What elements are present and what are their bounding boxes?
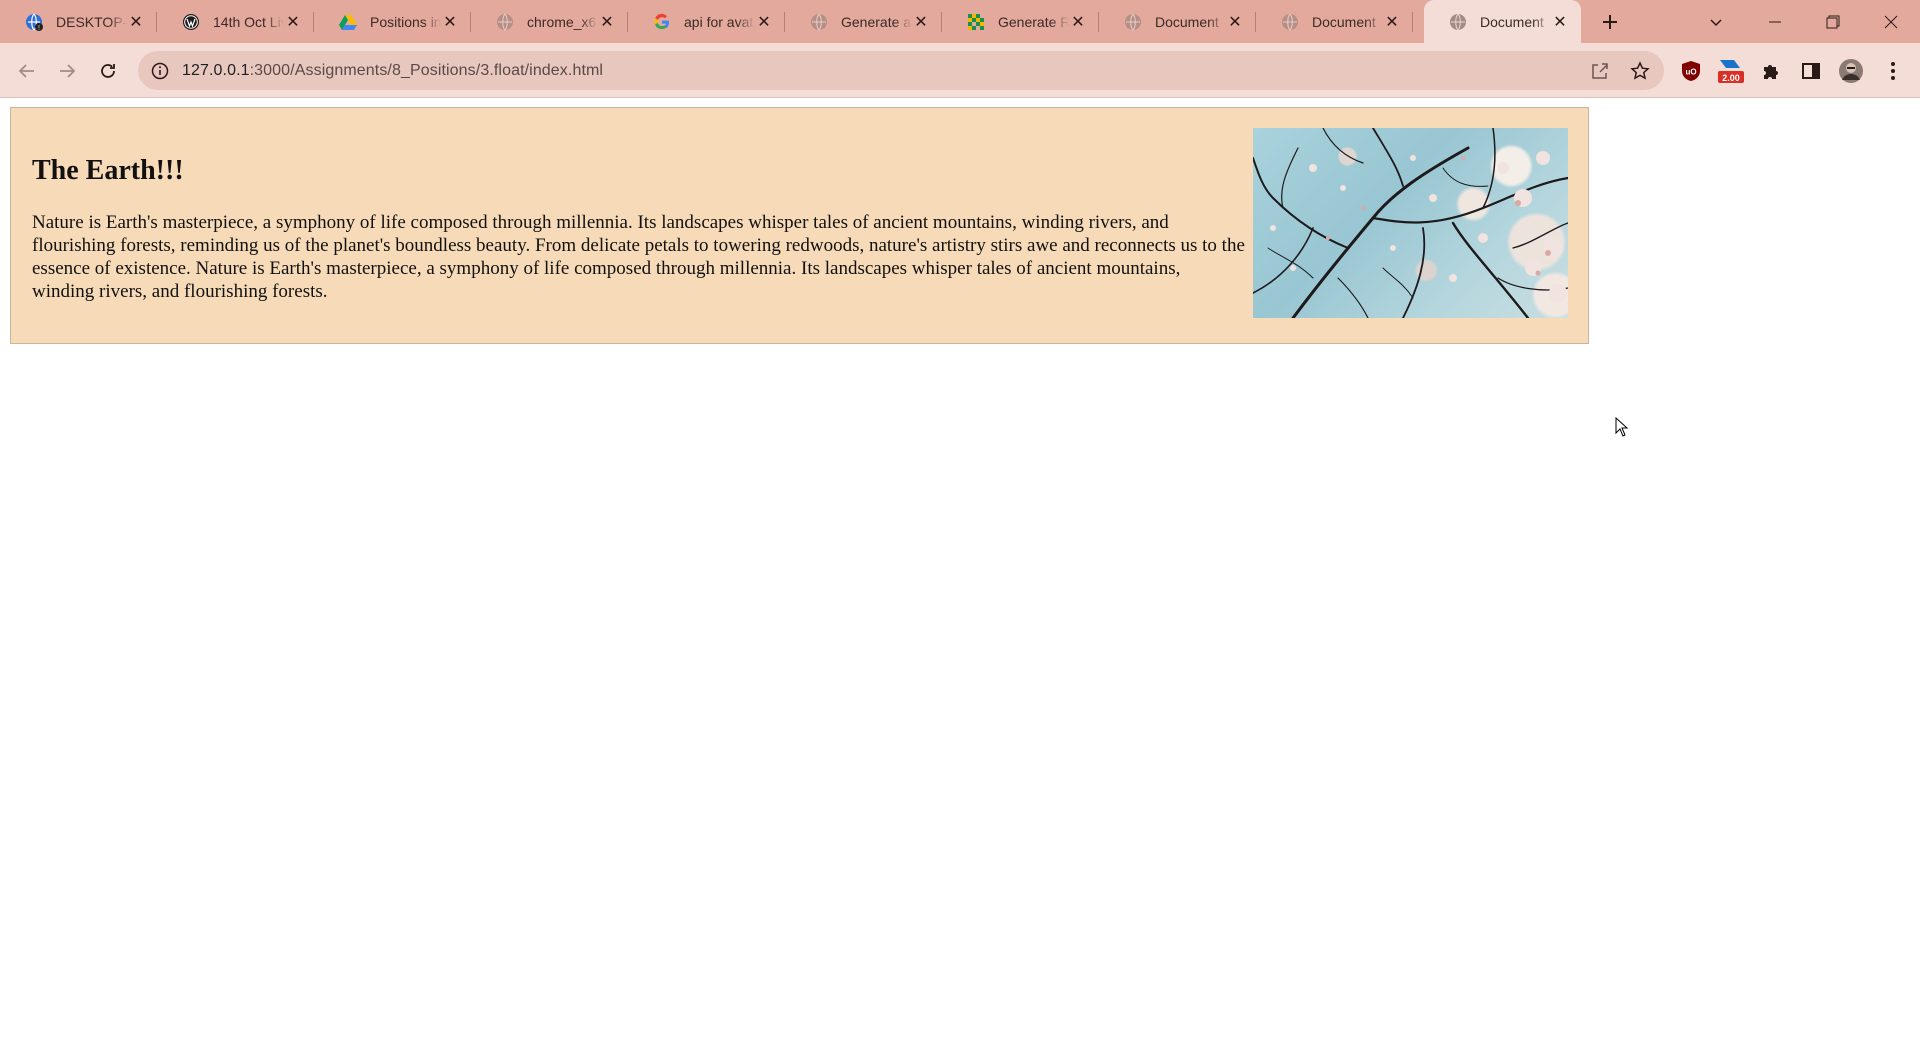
- mouse-cursor-icon: [1615, 416, 1629, 442]
- tab-title: Generate Ra: [998, 13, 1069, 30]
- close-icon[interactable]: ✕: [1226, 13, 1244, 31]
- tab-title: chrome_x67: [527, 13, 598, 30]
- checker-icon: [967, 13, 985, 31]
- menu-kebab-icon[interactable]: [1879, 57, 1907, 85]
- arrow-right-icon: [60, 64, 76, 78]
- globe-icon: [1124, 13, 1142, 31]
- google-icon: [653, 13, 671, 31]
- address-bar[interactable]: 127.0.0.1:3000/Assignments/8_Positions/3…: [138, 51, 1664, 90]
- wordpress-icon: [182, 13, 200, 31]
- speed-extension-icon[interactable]: 2.00: [1716, 57, 1744, 85]
- side-panel-icon[interactable]: [1797, 57, 1825, 85]
- restore-button[interactable]: [1804, 0, 1862, 43]
- minimize-button[interactable]: [1746, 0, 1804, 43]
- close-icon[interactable]: ✕: [1069, 13, 1087, 31]
- svg-text:uO: uO: [1685, 68, 1696, 77]
- close-icon[interactable]: ✕: [1551, 13, 1569, 31]
- puzzle-icon[interactable]: [1757, 57, 1785, 85]
- plus-icon: [1603, 15, 1617, 29]
- tab-strip: ! DESKTOP-EU ✕ 14th Oct Live ✕ Positions…: [0, 0, 1920, 43]
- globe-icon: [496, 13, 514, 31]
- tab-title: Document: [1155, 13, 1219, 30]
- tab-9[interactable]: Document ✕: [1256, 0, 1413, 43]
- tab-title: Document: [1480, 13, 1544, 30]
- close-icon[interactable]: ✕: [598, 13, 616, 31]
- tab-title: Generate ava: [841, 13, 912, 30]
- tab-1[interactable]: ! DESKTOP-EU ✕: [0, 0, 157, 43]
- close-icon[interactable]: ✕: [755, 13, 773, 31]
- window-controls: [1746, 0, 1920, 43]
- avatar[interactable]: [1837, 57, 1865, 85]
- tab-search-button[interactable]: [1702, 8, 1730, 36]
- arrow-left-icon: [18, 64, 34, 78]
- reload-icon: [101, 64, 115, 78]
- close-icon[interactable]: ✕: [1383, 13, 1401, 31]
- globe-badge-icon: !: [25, 13, 43, 31]
- close-icon[interactable]: ✕: [284, 13, 302, 31]
- close-icon: [1884, 15, 1898, 28]
- speed-badge: 2.00: [1722, 73, 1740, 83]
- tree-blossom-image: [1253, 128, 1568, 318]
- tab-2[interactable]: 14th Oct Live ✕: [157, 0, 314, 43]
- reload-button[interactable]: [92, 55, 124, 87]
- ublock-extension-icon[interactable]: uO: [1677, 57, 1705, 85]
- url-path: :3000/Assignments/8_Positions/3.float/in…: [249, 61, 604, 79]
- site-info-icon[interactable]: [150, 61, 170, 81]
- tab-7[interactable]: Generate Ra ✕: [942, 0, 1099, 43]
- restore-icon: [1826, 15, 1840, 28]
- tab-title: DESKTOP-EU: [56, 13, 127, 30]
- globe-icon: [810, 13, 828, 31]
- close-icon[interactable]: ✕: [441, 13, 459, 31]
- back-button[interactable]: [11, 55, 43, 87]
- close-icon[interactable]: ✕: [912, 13, 930, 31]
- url-host: 127.0.0.1: [182, 61, 250, 79]
- tab-6[interactable]: Generate ava ✕: [785, 0, 942, 43]
- tab-10-active[interactable]: Document ✕: [1424, 0, 1581, 43]
- google-drive-icon: [339, 13, 357, 31]
- tab-3[interactable]: Positions in C ✕: [314, 0, 471, 43]
- page-viewport: The Earth!!! Nature is Earth's masterpie…: [0, 99, 1920, 1050]
- tab-title: 14th Oct Live: [213, 13, 284, 30]
- browser-toolbar: 127.0.0.1:3000/Assignments/8_Positions/3…: [0, 43, 1920, 98]
- globe-icon: [1449, 13, 1467, 31]
- tab-title: api for avatar: [684, 13, 755, 30]
- close-icon[interactable]: ✕: [127, 13, 145, 31]
- tab-title: Document: [1312, 13, 1376, 30]
- minimize-icon: [1769, 21, 1781, 22]
- close-window-button[interactable]: [1862, 0, 1920, 43]
- chevron-down-icon: [1710, 19, 1722, 27]
- content-card: The Earth!!! Nature is Earth's masterpie…: [10, 107, 1589, 344]
- tab-5[interactable]: api for avatar ✕: [628, 0, 785, 43]
- url-text[interactable]: 127.0.0.1:3000/Assignments/8_Positions/3…: [182, 62, 603, 80]
- bookmark-star-icon[interactable]: [1628, 59, 1652, 83]
- tab-8[interactable]: Document ✕: [1099, 0, 1256, 43]
- forward-button[interactable]: [51, 55, 83, 87]
- tab-title: Positions in C: [370, 13, 441, 30]
- tab-4[interactable]: chrome_x67 ✕: [471, 0, 628, 43]
- share-icon[interactable]: [1588, 59, 1612, 83]
- new-tab-button[interactable]: [1596, 8, 1624, 36]
- globe-icon: [1281, 13, 1299, 31]
